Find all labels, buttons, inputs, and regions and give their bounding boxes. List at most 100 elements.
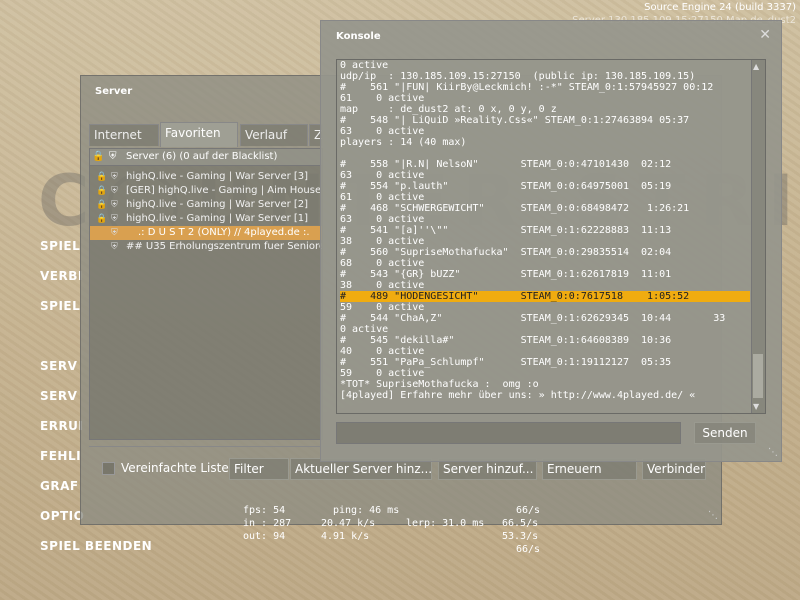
engine-build: Source Engine 24 (build 3337) [644, 2, 796, 13]
filter-button[interactable]: Filter [229, 458, 289, 480]
lock-icon: 🔒 [96, 214, 108, 224]
console-input[interactable] [336, 422, 681, 444]
console-line: # 561 "|FUN| KiirBy@Leckmich! :-*" STEAM… [340, 82, 714, 93]
tab-internet[interactable]: Internet [89, 124, 159, 146]
shield-icon: ⛨ [111, 242, 118, 252]
menu-item-verbinden[interactable]: VERBI [40, 269, 83, 283]
send-button[interactable]: Senden [694, 422, 756, 444]
menu-item-spiel-beenden[interactable]: SPIEL BEENDEN [40, 539, 152, 553]
menu-item-fehler[interactable]: FEHLI [40, 449, 81, 463]
in-packets: 66.5/s [502, 518, 539, 529]
menu-item-server-1[interactable]: SERV [40, 359, 77, 373]
close-icon[interactable]: ✕ [759, 27, 771, 43]
console-line: 63 0 active [340, 214, 425, 225]
console-title: Konsole [336, 31, 381, 42]
server-list-header: 🔒 ⛨ Server (6) (0 auf der Blacklist) [90, 149, 322, 166]
out-value: out: 94 [243, 531, 286, 542]
server-row-selected[interactable]: ⛨ .: D U S T 2 (ONLY) // 4played.de :. [90, 226, 322, 240]
console-window: Konsole ✕ 0 active udp/ip : 130.185.109.1… [320, 20, 782, 462]
console-line: 38 0 active [340, 280, 425, 291]
console-line: 63 0 active [340, 170, 425, 181]
server-list: 🔒 ⛨ Server (6) (0 auf der Blacklist) 🔒 ⛨… [89, 148, 323, 440]
console-scrollbar[interactable]: ▲ ▼ [751, 60, 765, 413]
console-line-highlighted: # 489 "HODENGESICHT" STEAM_0:0:7617518 1… [340, 291, 750, 302]
resize-grip-icon[interactable]: ⋱ [768, 447, 778, 458]
server-name: highQ.live - Gaming | War Server [2] [126, 199, 309, 210]
console-line: 61 0 active [340, 93, 425, 104]
tab-favoriten[interactable]: Favoriten [160, 122, 238, 147]
server-row[interactable]: ⛨ ## U35 Erholungszentrum fuer Senioren … [90, 240, 322, 254]
console-lines: 0 active udp/ip : 130.185.109.15:27150 (p… [340, 60, 750, 401]
server-name: [GER] highQ.live - Gaming | Aim House | … [126, 185, 323, 196]
console-line: *TOT* SupriseMothafucka : omg :o [340, 379, 539, 390]
console-line: udp/ip : 130.185.109.15:27150 (public ip… [340, 71, 696, 82]
console-line: players : 14 (40 max) [340, 137, 467, 148]
menu-item-spiel-1[interactable]: SPIEL [40, 239, 80, 253]
server-row[interactable]: 🔒 ⛨ [GER] highQ.live - Gaming | Aim Hous… [90, 184, 322, 198]
server-name: highQ.live - Gaming | War Server [3] [126, 171, 309, 182]
scroll-thumb[interactable] [753, 354, 763, 398]
console-line: # 551 "PaPa_Schlumpf" STEAM_0:1:19112127… [340, 357, 672, 368]
server-browser-title: Server [95, 86, 133, 97]
console-line: # 544 "ChaA,Z" STEAM_0:1:62629345 10:44 … [340, 313, 726, 324]
console-line: 59 0 active [340, 302, 425, 313]
tab-verlauf[interactable]: Verlauf [240, 124, 308, 146]
net-graph-line: in : 287 20.47 k/s lerp: 31.0 ms 66.5/s [243, 517, 548, 530]
shield-icon: ⛨ [111, 186, 118, 196]
ping-value: ping: 46 ms [333, 505, 400, 516]
menu-item-server-2[interactable]: SERV [40, 389, 77, 403]
in-rate: 20.47 k/s [321, 518, 376, 529]
menu-item-errungenschaften[interactable]: ERRUI [40, 419, 83, 433]
shield-icon: ⛨ [111, 200, 118, 210]
net-graph-line: fps: 54 ping: 46 ms 66/s [243, 504, 548, 517]
shield-icon: ⛨ [111, 214, 118, 224]
server-name: .: D U S T 2 (ONLY) // 4played.de :. [138, 227, 310, 238]
menu-item-spiel-2[interactable]: SPIEL [40, 299, 80, 313]
out-rate: 4.91 k/s [321, 531, 370, 542]
console-line: # 468 "SCHWERGEWICHT" STEAM_0:0:68498472… [340, 203, 690, 214]
simple-list-checkbox[interactable] [102, 462, 115, 475]
lock-column-icon[interactable]: 🔒 [92, 149, 104, 165]
scroll-up-icon[interactable]: ▲ [753, 62, 759, 71]
server-row[interactable]: 🔒 ⛨ highQ.live - Gaming | War Server [3] [90, 170, 322, 184]
console-line: 59 0 active [340, 368, 425, 379]
lock-icon: 🔒 [96, 200, 108, 210]
lock-icon: 🔒 [96, 186, 108, 196]
console-line: map : de_dust2 at: 0 x, 0 y, 0 z [340, 104, 557, 115]
console-line: 68 0 active [340, 258, 425, 269]
server-name: highQ.live - Gaming | War Server [1] [126, 213, 309, 224]
console-line: [4played] Erfahre mehr über uns: » http:… [340, 390, 696, 401]
console-line: 40 0 active [340, 346, 425, 357]
console-line: 61 0 active [340, 192, 425, 203]
server-row[interactable]: 🔒 ⛨ highQ.live - Gaming | War Server [2] [90, 198, 322, 212]
rate-value: 66/s [516, 505, 541, 516]
net-graph: fps: 54 ping: 46 ms 66/s in : 287 20.47 … [243, 504, 548, 556]
console-output[interactable]: 0 active udp/ip : 130.185.109.15:27150 (p… [336, 59, 766, 414]
lock-icon: 🔒 [96, 172, 108, 182]
menu-item-optionen[interactable]: OPTIO [40, 509, 84, 523]
console-line: # 541 "[a]''\"" STEAM_0:1:62228883 11:13 [340, 225, 672, 236]
server-name: ## U35 Erholungszentrum fuer Senioren | … [126, 241, 322, 252]
console-line: 0 active [340, 324, 389, 335]
console-line: 0 active [340, 60, 389, 71]
menu-item-grafik[interactable]: GRAF [40, 479, 79, 493]
console-line: # 554 "p.lauth" STEAM_0:0:64975001 05:19 [340, 181, 672, 192]
shield-column-icon[interactable]: ⛨ [109, 149, 117, 165]
simple-list-label: Vereinfachte Liste [121, 461, 229, 475]
server-row[interactable]: 🔒 ⛨ highQ.live - Gaming | War Server [1] [90, 212, 322, 226]
console-line: # 560 "SupriseMothafucka" STEAM_0:0:2983… [340, 247, 672, 258]
console-line: # 543 "{GR} bUZZ" STEAM_0:1:62617819 11:… [340, 269, 672, 280]
server-column-header[interactable]: Server (6) (0 auf der Blacklist) [126, 149, 277, 165]
console-line: 63 0 active [340, 126, 425, 137]
out-packets: 53.3/s [502, 531, 539, 542]
console-line: # 545 "dekilla#" STEAM_0:1:64608389 10:3… [340, 335, 672, 346]
scroll-down-icon[interactable]: ▼ [753, 402, 759, 411]
resize-grip-icon[interactable]: ⋱ [708, 510, 718, 521]
fps-value: fps: 54 [243, 505, 286, 516]
net-graph-line: out: 94 4.91 k/s 53.3/s [243, 530, 548, 543]
console-line: 38 0 active [340, 236, 425, 247]
shield-icon: ⛨ [111, 172, 118, 182]
in-value: in : 287 [243, 518, 292, 529]
console-line: # 558 "|R.N| NelsoN" STEAM_0:0:47101430 … [340, 159, 672, 170]
